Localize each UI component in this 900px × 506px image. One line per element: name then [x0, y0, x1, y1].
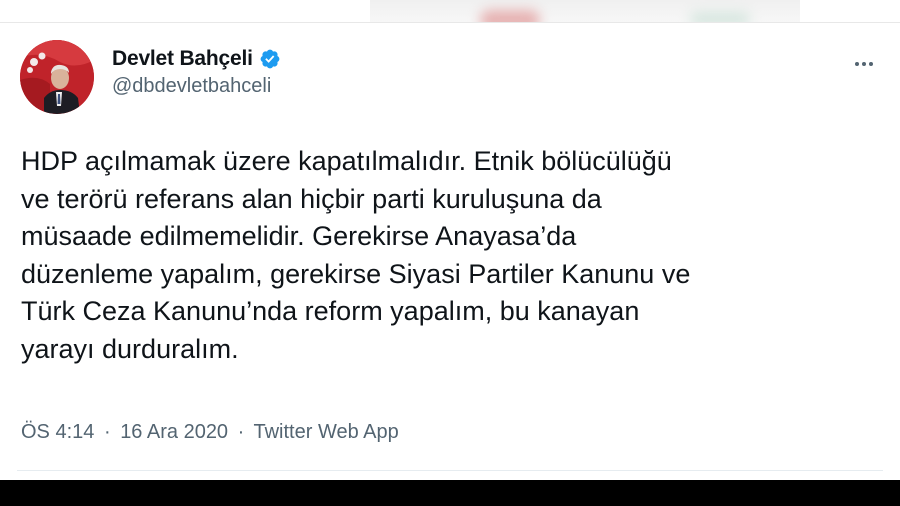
- meta-separator: ·: [103, 421, 111, 443]
- tweet-text-line: ve terörü referans alan hiçbir parti kur…: [21, 183, 602, 214]
- previous-content-strip: [0, 0, 900, 30]
- verified-badge-icon: [260, 49, 280, 69]
- meta-separator: ·: [237, 421, 245, 443]
- tweet-text-line: Türk Ceza Kanunu’nda reform yapalım, bu …: [21, 296, 640, 326]
- tweet-text-line: düzenleme yapalım, gerekirse Siyasi Part…: [21, 258, 691, 289]
- tweet-source[interactable]: Twitter Web App: [254, 421, 399, 443]
- handle[interactable]: @dbdevletbahceli: [112, 75, 281, 98]
- tweet-text-line: HDP açılmamak üzere kapatılmalıdır. Etni…: [21, 146, 672, 176]
- tweet-meta: ÖS 4:14 · 16 Ara 2020 · Twitter Web App: [21, 421, 399, 444]
- screenshot: Devlet Bahçeli @dbdevletbahceli HDP açıl…: [0, 0, 900, 506]
- profile-photo: [20, 40, 94, 114]
- bottom-divider: [17, 470, 883, 471]
- tweet-date[interactable]: 16 Ara 2020: [120, 421, 228, 443]
- avatar[interactable]: [20, 40, 94, 114]
- display-name[interactable]: Devlet Bahçeli: [112, 47, 253, 71]
- tweet-text-line: müsaade edilmemelidir. Gerekirse Anayasa…: [21, 221, 577, 251]
- tweet-text-line: yarayı durduralım.: [21, 333, 239, 364]
- name-row: Devlet Bahçeli: [112, 47, 281, 71]
- tweet-card: Devlet Bahçeli @dbdevletbahceli HDP açıl…: [0, 23, 900, 480]
- more-dot: [862, 62, 866, 66]
- tweet-text: HDP açılmamak üzere kapatılmalıdır. Etni…: [21, 143, 881, 368]
- author-block: Devlet Bahçeli @dbdevletbahceli: [112, 47, 281, 98]
- black-bar: [0, 480, 900, 506]
- more-options-icon[interactable]: [848, 55, 880, 73]
- more-dot: [855, 62, 859, 66]
- tweet-time[interactable]: ÖS 4:14: [21, 421, 94, 443]
- more-dot: [869, 62, 873, 66]
